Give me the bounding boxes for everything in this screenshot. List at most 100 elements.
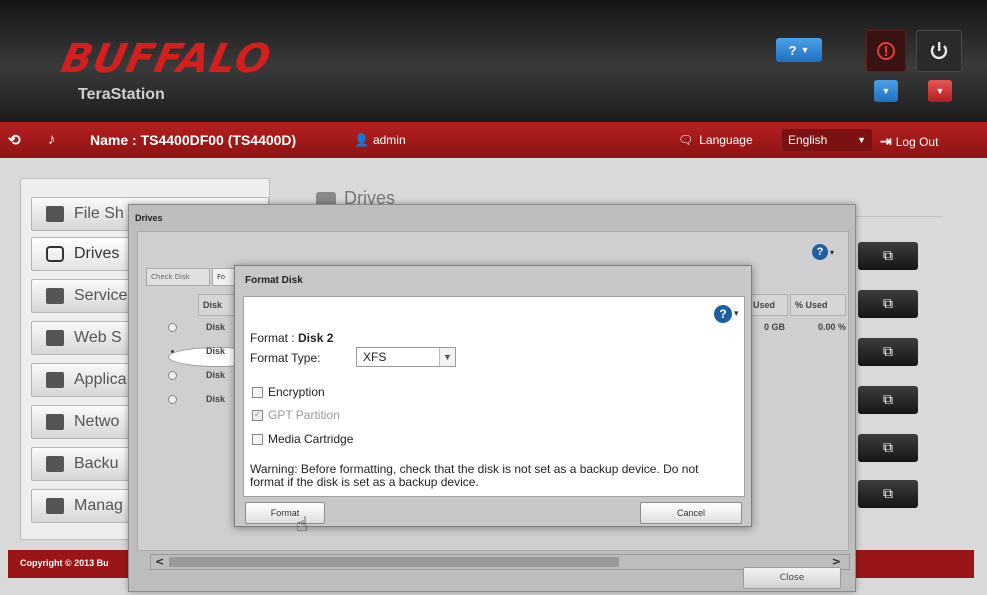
settings-icon: ⧉ xyxy=(883,392,893,408)
gpt-partition-checkbox: ✓ xyxy=(252,410,263,421)
music-note-icon[interactable]: ♪ xyxy=(48,131,56,148)
logout-icon: ⇥ xyxy=(880,133,892,149)
format-dialog-body: ? ▾ Format : Disk 2 Format Type: XFS ▼ E… xyxy=(243,296,745,497)
web-icon xyxy=(46,330,64,346)
chevron-down-icon: ▼ xyxy=(935,86,945,96)
terastation-admin-screen: BUFFALO TeraStation ? ▼ ▼ ▼ ⟲ ♪ Name : T… xyxy=(0,0,987,595)
dialog-title: Drives xyxy=(135,213,163,223)
format-type-value: XFS xyxy=(363,350,387,364)
chevron-down-icon: ▾ xyxy=(829,247,834,257)
chevron-down-icon: ▼ xyxy=(881,86,891,96)
sidebar-item-label: Service xyxy=(74,287,128,304)
media-cartridge-label: Media Cartridge xyxy=(268,432,354,446)
format-disk-row: Format : Disk 2 xyxy=(250,331,333,345)
user-label: 👤 admin xyxy=(354,133,406,147)
tab-format[interactable]: Fo xyxy=(212,268,236,286)
format-disk-value: Disk 2 xyxy=(298,331,334,345)
format-type-label: Format Type: xyxy=(250,351,321,365)
chevron-down-icon: ▼ xyxy=(439,348,455,366)
alert-dropdown-button[interactable]: ▼ xyxy=(874,80,898,102)
help-label: ? xyxy=(788,42,797,58)
power-dropdown-button[interactable]: ▼ xyxy=(928,80,952,102)
format-button[interactable]: Format xyxy=(245,502,325,524)
sidebar-item-label: Applica xyxy=(74,371,127,388)
help-dropdown-button[interactable]: ? ▾ xyxy=(714,305,739,323)
buffalo-logo: BUFFALO xyxy=(57,36,276,82)
warning-text: Warning: Before formatting, check that t… xyxy=(250,463,730,489)
warning-line: format if the disk is set as a backup de… xyxy=(250,475,479,489)
used-cell: 0 GB xyxy=(764,322,786,332)
disk-cell: Disk xyxy=(206,322,226,332)
sidebar-item-label: Drives xyxy=(74,245,120,262)
format-disk-dialog: Format Disk ? ▾ Format : Disk 2 Format T… xyxy=(234,265,752,527)
apps-icon xyxy=(46,372,64,388)
user-icon: 👤 xyxy=(354,133,369,147)
sidebar-item-label: Backu xyxy=(74,455,119,472)
drive-settings-button[interactable]: ⧉ xyxy=(858,338,918,366)
scroll-left-button[interactable]: < xyxy=(155,555,164,568)
disk-radio[interactable] xyxy=(168,395,177,404)
column-header-used: Used xyxy=(748,294,788,316)
network-icon xyxy=(46,414,64,430)
tools-icon xyxy=(46,498,64,514)
close-button[interactable]: Close xyxy=(743,567,841,589)
sidebar-item-label: Manag xyxy=(74,497,123,514)
format-type-select[interactable]: XFS ▼ xyxy=(356,347,456,367)
power-icon xyxy=(930,42,948,60)
chevron-down-icon: ▼ xyxy=(857,135,866,145)
drive-settings-button[interactable]: ⧉ xyxy=(858,434,918,462)
pct-used-cell: 0.00 % xyxy=(818,322,847,332)
alert-button[interactable] xyxy=(866,30,906,72)
language-text: Language xyxy=(699,133,753,147)
settings-icon: ⧉ xyxy=(883,248,893,264)
language-icon: 🗨 xyxy=(678,133,694,147)
chevron-down-icon: ▼ xyxy=(800,45,810,55)
drive-settings-button[interactable]: ⧉ xyxy=(858,480,918,508)
disk-radio[interactable] xyxy=(168,323,177,332)
language-label: 🗨 Language xyxy=(678,133,753,147)
top-nav-bar: ⟲ ♪ Name : TS4400DF00 (TS4400D) 👤 admin … xyxy=(0,122,987,158)
language-select[interactable]: English ▼ xyxy=(782,129,872,151)
help-icon: ? xyxy=(811,244,828,260)
drive-icon xyxy=(46,246,64,262)
username: admin xyxy=(372,133,406,147)
media-cartridge-checkbox[interactable] xyxy=(252,434,263,445)
sidebar-item-label: Web S xyxy=(74,329,122,346)
copyright-text: Copyright © 2013 Bu xyxy=(20,558,109,568)
settings-icon: ⧉ xyxy=(883,486,893,502)
drive-settings-button[interactable]: ⧉ xyxy=(858,290,918,318)
encryption-checkbox[interactable] xyxy=(252,387,263,398)
logout-link[interactable]: ⇥ Log Out xyxy=(880,133,938,150)
product-name: TeraStation xyxy=(78,86,165,103)
help-dropdown-button[interactable]: ? ▾ xyxy=(811,244,834,260)
refresh-icon[interactable]: ⟲ xyxy=(8,131,21,149)
disk-radio[interactable] xyxy=(168,371,177,380)
help-icon: ? xyxy=(714,305,732,323)
scrollbar-thumb[interactable] xyxy=(169,557,619,567)
power-button[interactable] xyxy=(916,30,962,72)
language-value: English xyxy=(788,133,828,147)
sidebar-item-label: Netwo xyxy=(74,413,120,430)
device-name: Name : TS4400DF00 (TS4400D) xyxy=(90,132,297,148)
disk-cell: Disk xyxy=(206,370,226,380)
logout-text: Log Out xyxy=(895,134,939,149)
hand-cursor-icon: ☝ xyxy=(296,512,309,536)
drive-settings-button[interactable]: ⧉ xyxy=(858,242,918,270)
gpt-partition-label: GPT Partition xyxy=(268,408,340,422)
disk-cell: Disk xyxy=(206,346,226,356)
disk-cell: Disk xyxy=(206,394,226,404)
settings-icon: ⧉ xyxy=(883,440,893,456)
encryption-label: Encryption xyxy=(268,385,325,399)
alert-icon xyxy=(877,42,895,60)
backup-icon xyxy=(46,456,64,472)
dialog-title: Format Disk xyxy=(245,275,303,286)
settings-icon: ⧉ xyxy=(883,344,893,360)
settings-icon: ⧉ xyxy=(883,296,893,312)
tab-check-disk[interactable]: Check Disk xyxy=(146,268,210,286)
app-header: BUFFALO TeraStation ? ▼ ▼ ▼ xyxy=(0,0,987,122)
column-header-pct-used: % Used xyxy=(790,294,846,316)
cancel-button[interactable]: Cancel xyxy=(640,502,742,524)
help-dropdown-button[interactable]: ? ▼ xyxy=(776,38,822,62)
folder-icon xyxy=(46,206,64,222)
drive-settings-button[interactable]: ⧉ xyxy=(858,386,918,414)
